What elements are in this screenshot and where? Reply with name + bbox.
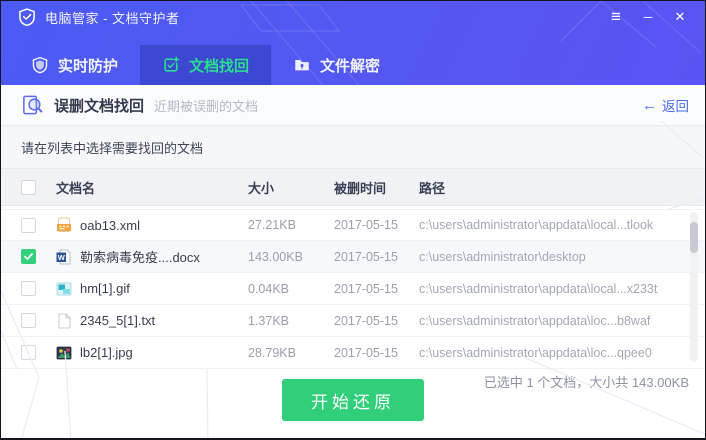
docx-file-icon: W: [56, 249, 71, 264]
table-row[interactable]: hm[1].gif 0.04KB 2017-05-15 c:\users\adm…: [1, 273, 705, 305]
deleted-time: 2017-05-15: [334, 249, 398, 264]
file-size: 27.21KB: [248, 218, 296, 232]
doc-restore-icon: [164, 56, 180, 72]
close-icon[interactable]: ✕: [669, 7, 691, 27]
footer-panel: 已选中 1 个文档，大小共 143.00KB 开始还原: [1, 369, 705, 438]
deleted-time: 2017-05-15: [334, 313, 398, 328]
column-header-name: 文档名: [56, 180, 96, 196]
row-checkbox[interactable]: [21, 313, 36, 328]
titlebar: 电脑管家 - 文档守护者 ≡ ─ ✕: [1, 1, 705, 33]
deleted-time: 2017-05-15: [334, 281, 398, 296]
row-checkbox[interactable]: [21, 217, 36, 233]
window-controls: ≡ ─ ✕: [605, 7, 691, 27]
file-size: 1.37KB: [248, 313, 290, 328]
content-area: 误删文档找回 近期被误删的文档 ← 返回 请在列表中选择需要找回的文档 文档名 …: [1, 85, 705, 438]
file-name: hm[1].gif: [80, 281, 130, 296]
deleted-time: 2017-05-15: [334, 218, 398, 232]
deleted-time: 2017-05-15: [334, 345, 398, 360]
back-label: 返回: [662, 99, 689, 114]
tab-bar: 实时防护 文档找回 文件解密: [1, 33, 705, 85]
shield-check-logo-icon: [19, 8, 35, 27]
column-header-size: 大小: [248, 180, 275, 196]
file-size: 0.04KB: [248, 281, 290, 296]
file-path: c:\users\administrator\appdata\local...t…: [419, 218, 654, 232]
section-bar: 误删文档找回 近期被误删的文档 ← 返回: [1, 85, 705, 126]
table-row[interactable]: W 勒索病毒免疫....docx 143.00KB 2017-05-15 c:\…: [1, 241, 705, 273]
jpg-file-icon: [56, 346, 72, 359]
selection-summary: 已选中 1 个文档，大小共 143.00KB: [483, 375, 689, 390]
tab-label: 文件解密: [320, 57, 381, 75]
section-subtitle: 近期被误删的文档: [154, 98, 259, 114]
txt-file-icon: [58, 312, 71, 329]
table-row[interactable]: 2345_5[1].txt 1.37KB 2017-05-15 c:\users…: [1, 305, 705, 337]
table-header: 文档名 大小 被删时间 路径: [1, 168, 705, 206]
file-name: lb2[1].jpg: [80, 345, 133, 360]
gif-file-icon: [56, 282, 72, 295]
file-name: 勒索病毒免疫....docx: [80, 250, 200, 265]
table-row[interactable]: lb2[1].jpg 28.79KB 2017-05-15 c:\users\a…: [1, 337, 705, 369]
menu-icon[interactable]: ≡: [605, 7, 627, 27]
tab-label: 实时防护: [58, 57, 119, 75]
row-checkbox[interactable]: [21, 345, 36, 360]
tab-file-decryption[interactable]: 文件解密: [271, 45, 402, 85]
back-link[interactable]: ← 返回: [642, 95, 689, 115]
folder-lock-icon: [295, 60, 309, 71]
start-restore-button[interactable]: 开始还原: [282, 379, 424, 421]
file-path: c:\users\administrator\appdata\loc...b8w…: [419, 313, 651, 328]
xml-file-icon: [57, 217, 71, 232]
tab-label: 文档找回: [189, 57, 250, 75]
file-list: oab13.xml 27.21KB 2017-05-15 c:\users\ad…: [1, 206, 705, 369]
back-arrow-icon: ←: [642, 96, 657, 114]
tab-document-recovery[interactable]: 文档找回: [140, 45, 272, 85]
column-header-path: 路径: [419, 180, 446, 196]
row-checkbox[interactable]: [21, 281, 36, 296]
file-path: c:\users\administrator\desktop: [419, 249, 586, 264]
scrollbar-track[interactable]: [690, 212, 698, 362]
app-window: 电脑管家 - 文档守护者 ≡ ─ ✕ 实时防护 文档找回 文件解密 误删文档找回…: [0, 0, 706, 440]
row-checkbox[interactable]: [21, 249, 36, 264]
file-path: c:\users\administrator\appdata\loc...qpe…: [419, 345, 652, 360]
file-name: 2345_5[1].txt: [80, 313, 156, 328]
app-header: 电脑管家 - 文档守护者 ≡ ─ ✕ 实时防护 文档找回 文件解密: [1, 1, 705, 85]
minimize-icon[interactable]: ─: [637, 7, 659, 27]
doc-search-icon: [23, 95, 43, 114]
app-title: 电脑管家 - 文档守护者: [45, 10, 180, 26]
section-title: 误删文档找回: [54, 97, 145, 115]
file-size: 28.79KB: [248, 345, 296, 360]
svg-text:W: W: [58, 253, 66, 262]
file-name: oab13.xml: [80, 217, 140, 233]
select-all-checkbox[interactable]: [21, 179, 36, 195]
scrollbar-thumb[interactable]: [690, 222, 698, 253]
shield-icon: [32, 56, 48, 74]
instruction-text: 请在列表中选择需要找回的文档: [1, 126, 705, 168]
column-header-deleted-time: 被删时间: [334, 180, 387, 196]
tab-realtime-protection[interactable]: 实时防护: [9, 45, 140, 85]
file-size: 143.00KB: [248, 249, 303, 264]
file-path: c:\users\administrator\appdata\local...x…: [419, 281, 658, 296]
table-row[interactable]: oab13.xml 27.21KB 2017-05-15 c:\users\ad…: [1, 209, 705, 241]
